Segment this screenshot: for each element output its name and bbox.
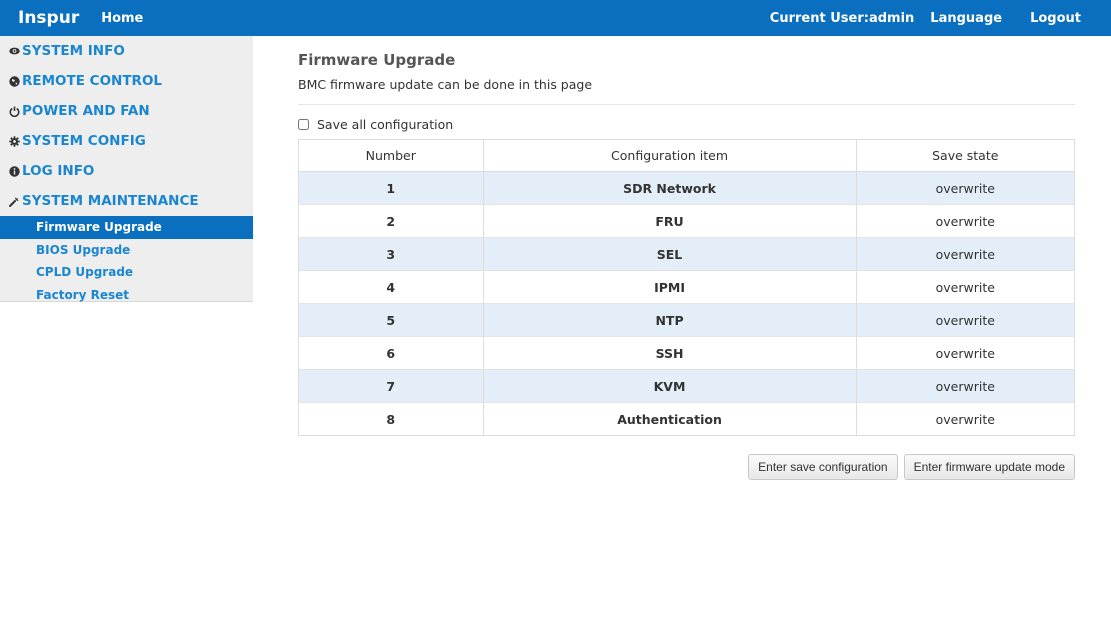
column-header-save-state: Save state (856, 139, 1076, 172)
main-content: Firmware Upgrade BMC firmware update can… (298, 36, 1076, 480)
sidebar-section-remote-control[interactable]: REMOTE CONTROL (0, 66, 253, 96)
sidebar-section-label: SYSTEM MAINTENANCE (22, 193, 199, 209)
action-buttons: Enter save configuration Enter firmware … (298, 454, 1075, 480)
sidebar-section-label: REMOTE CONTROL (22, 73, 163, 89)
cell-number: 6 (298, 336, 484, 370)
current-user-label: Current User:admin (769, 10, 915, 26)
cell-number: 3 (298, 237, 484, 271)
brand-logo[interactable]: Inspur (18, 8, 79, 28)
save-all-config-label: Save all configuration (317, 116, 454, 132)
globe-icon (8, 75, 20, 87)
cell-configuration-item: SSH (483, 336, 857, 370)
cell-configuration-item: KVM (483, 369, 857, 403)
top-navbar: Inspur Home Current User:admin Language … (0, 0, 1111, 36)
configuration-table: Number Configuration item Save state 1 S… (298, 139, 1076, 436)
divider (298, 104, 1075, 105)
cell-save-state: overwrite (856, 336, 1076, 370)
column-header-number: Number (298, 139, 484, 172)
sidebar-section-label: POWER AND FAN (22, 103, 150, 119)
table-row[interactable]: 7 KVM overwrite (298, 369, 1076, 403)
sidebar-section-log-info[interactable]: LOG INFO (0, 156, 253, 186)
enter-save-configuration-button[interactable]: Enter save configuration (748, 454, 898, 480)
column-header-configuration-item: Configuration item (483, 139, 857, 172)
save-all-config-row[interactable]: Save all configuration (298, 115, 1075, 133)
table-row[interactable]: 6 SSH overwrite (298, 336, 1076, 370)
power-icon (8, 106, 20, 117)
cell-save-state: overwrite (856, 402, 1076, 436)
eye-icon (8, 47, 20, 55)
table-row[interactable]: 4 IPMI overwrite (298, 270, 1076, 304)
language-menu[interactable]: Language (930, 11, 1002, 26)
navbar-right: Current User:admin Language Logout (770, 11, 1081, 26)
cell-save-state: overwrite (856, 237, 1076, 271)
cell-save-state: overwrite (856, 204, 1076, 238)
save-all-config-checkbox[interactable] (298, 118, 309, 130)
cell-configuration-item: SDR Network (483, 171, 857, 205)
cell-configuration-item: FRU (483, 204, 857, 238)
cell-save-state: overwrite (856, 303, 1076, 337)
sidebar-section-system-maintenance[interactable]: SYSTEM MAINTENANCE (0, 186, 253, 216)
cell-configuration-item: IPMI (483, 270, 857, 304)
table-row[interactable]: 3 SEL overwrite (298, 237, 1076, 271)
sidebar-section-system-info[interactable]: SYSTEM INFO (0, 36, 253, 66)
table-row[interactable]: 1 SDR Network overwrite (298, 171, 1076, 205)
table-row[interactable]: 5 NTP overwrite (298, 303, 1076, 337)
cell-number: 4 (298, 270, 484, 304)
sidebar-section-power-and-fan[interactable]: POWER AND FAN (0, 96, 253, 126)
sidebar: SYSTEM INFO REMOTE CONTROL POWER AND FAN… (0, 36, 253, 302)
cell-save-state: overwrite (856, 270, 1076, 304)
cell-configuration-item: Authentication (483, 402, 857, 436)
cell-configuration-item: NTP (483, 303, 857, 337)
table-row[interactable]: 8 Authentication overwrite (298, 402, 1076, 436)
table-row[interactable]: 2 FRU overwrite (298, 204, 1076, 238)
gear-icon (8, 135, 20, 147)
enter-firmware-update-mode-button[interactable]: Enter firmware update mode (903, 454, 1075, 480)
cell-number: 2 (298, 204, 484, 238)
sidebar-item-firmware-upgrade[interactable]: Firmware Upgrade (0, 216, 253, 239)
wrench-icon (8, 196, 20, 207)
logout-link[interactable]: Logout (1030, 11, 1081, 26)
cell-configuration-item: SEL (483, 237, 857, 271)
cell-number: 8 (298, 402, 484, 436)
table-header-row: Number Configuration item Save state (298, 139, 1076, 172)
cell-number: 7 (298, 369, 484, 403)
page-description: BMC firmware update can be done in this … (298, 77, 593, 92)
cell-save-state: overwrite (856, 171, 1076, 205)
cell-number: 5 (298, 303, 484, 337)
sidebar-item-bios-upgrade[interactable]: BIOS Upgrade (0, 239, 253, 262)
sidebar-item-cpld-upgrade[interactable]: CPLD Upgrade (0, 261, 253, 284)
sidebar-section-label: SYSTEM INFO (22, 43, 125, 59)
home-link[interactable]: Home (101, 11, 143, 26)
sidebar-section-system-config[interactable]: SYSTEM CONFIG (0, 126, 253, 156)
info-icon (8, 165, 20, 177)
sidebar-item-factory-reset[interactable]: Factory Reset (0, 284, 253, 307)
sidebar-section-label: LOG INFO (22, 163, 95, 179)
sidebar-section-label: SYSTEM CONFIG (22, 133, 146, 149)
cell-number: 1 (298, 171, 484, 205)
page-title: Firmware Upgrade (298, 51, 456, 69)
cell-save-state: overwrite (856, 369, 1076, 403)
